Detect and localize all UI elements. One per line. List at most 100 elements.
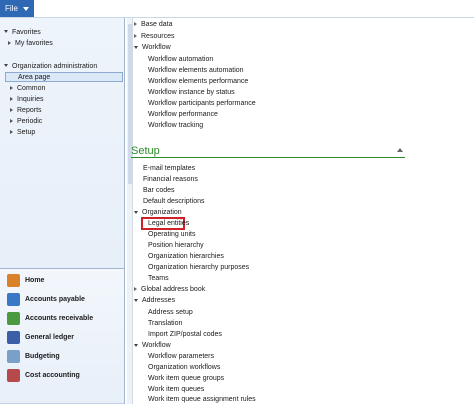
expand-arrow-icon: [134, 343, 138, 347]
nav-item-area-page[interactable]: Area page: [0, 73, 50, 83]
link-organization-hierarchy-purposes[interactable]: Organization hierarchy purposes: [148, 263, 249, 273]
link-workflow-parameters[interactable]: Workflow parameters: [148, 352, 214, 362]
link-workflow-instance-by-status[interactable]: Workflow instance by status: [148, 88, 235, 98]
section-title-setup: Setup: [131, 145, 160, 157]
link-legal-entities[interactable]: Legal entities: [148, 219, 189, 229]
section-divider: [131, 157, 405, 158]
link-address-setup[interactable]: Address setup: [148, 308, 193, 318]
accounts-receivable-icon: [7, 312, 20, 325]
module-cost-accounting[interactable]: Cost accounting: [0, 366, 124, 385]
link-bar-codes[interactable]: Bar codes: [143, 186, 175, 196]
collapse-arrow-icon: [10, 129, 13, 134]
collapse-arrow-icon: [134, 287, 137, 292]
nav-group-label: Organization administration: [12, 63, 98, 70]
group-label: Addresses: [142, 297, 176, 304]
group-workflow[interactable]: Workflow: [134, 43, 171, 53]
link-operating-units[interactable]: Operating units: [148, 230, 195, 240]
link-translation[interactable]: Translation: [148, 319, 182, 329]
cost-accounting-icon: [7, 369, 20, 382]
link-email-templates[interactable]: E-mail templates: [143, 164, 195, 174]
group-label: Base data: [141, 21, 173, 28]
link-workflow-tracking[interactable]: Workflow tracking: [148, 121, 203, 131]
nav-item-label: Setup: [17, 129, 36, 136]
module-accounts-payable[interactable]: Accounts payable: [0, 290, 124, 309]
link-work-item-queue-groups[interactable]: Work item queue groups: [148, 374, 224, 384]
module-accounts-receivable[interactable]: Accounts receivable: [0, 309, 124, 328]
group-label: Workflow: [142, 342, 171, 349]
group-label: Resources: [141, 33, 175, 40]
link-workflow-participants-performance[interactable]: Workflow participants performance: [148, 99, 256, 109]
nav-item-label: Reports: [17, 107, 42, 114]
file-menu-label: File: [5, 4, 18, 13]
nav-group-favorites[interactable]: Favorites: [0, 28, 41, 38]
nav-item-common[interactable]: Common: [0, 84, 45, 94]
module-general-ledger[interactable]: General ledger: [0, 328, 124, 347]
link-financial-reasons[interactable]: Financial reasons: [143, 175, 198, 185]
group-resources[interactable]: Resources: [134, 32, 174, 42]
collapse-arrow-icon: [134, 22, 137, 27]
chevron-down-icon: [23, 7, 29, 11]
general-ledger-icon: [7, 331, 20, 344]
module-label: Accounts receivable: [25, 315, 94, 322]
module-label: Cost accounting: [25, 372, 80, 379]
link-position-hierarchy[interactable]: Position hierarchy: [148, 241, 204, 251]
link-organization-hierarchies[interactable]: Organization hierarchies: [148, 252, 224, 262]
expand-arrow-icon: [4, 30, 8, 34]
group-label: Organization: [142, 209, 182, 216]
module-label: Budgeting: [25, 353, 60, 360]
top-bar: File: [0, 0, 474, 18]
scrollbar-thumb[interactable]: [128, 24, 132, 184]
group-label: Workflow: [142, 44, 171, 51]
collapse-arrow-icon: [8, 40, 11, 45]
module-label: General ledger: [25, 334, 75, 341]
nav-item-setup[interactable]: Setup: [0, 128, 35, 138]
expand-arrow-icon: [134, 45, 138, 49]
link-work-item-queues[interactable]: Work item queues: [148, 385, 204, 395]
nav-item-label: Periodic: [17, 118, 43, 125]
group-global-address-book[interactable]: Global address book: [134, 285, 205, 295]
nav-item-label: Common: [17, 85, 46, 92]
link-organization-workflows[interactable]: Organization workflows: [148, 363, 220, 373]
link-teams[interactable]: Teams: [148, 274, 169, 284]
expand-arrow-icon: [134, 210, 138, 214]
link-workflow-elements-performance[interactable]: Workflow elements performance: [148, 77, 248, 87]
home-icon: [7, 274, 20, 287]
group-label: Global address book: [141, 286, 206, 293]
nav-item-periodic[interactable]: Periodic: [0, 117, 42, 127]
collapse-arrow-icon: [10, 118, 13, 123]
collapse-arrow-icon: [10, 85, 13, 90]
nav-group-label: Favorites: [12, 29, 41, 36]
nav-item-label: My favorites: [15, 40, 53, 47]
nav-group-organization-administration[interactable]: Organization administration: [0, 62, 97, 72]
file-menu-button[interactable]: File: [0, 0, 34, 17]
link-default-descriptions[interactable]: Default descriptions: [143, 197, 204, 207]
collapse-arrow-icon: [10, 107, 13, 112]
module-home[interactable]: Home: [0, 271, 124, 290]
group-workflow-setup[interactable]: Workflow: [134, 341, 171, 351]
link-workflow-elements-automation[interactable]: Workflow elements automation: [148, 66, 244, 76]
module-label: Accounts payable: [25, 296, 85, 303]
link-workflow-automation[interactable]: Workflow automation: [148, 55, 213, 65]
group-base-data[interactable]: Base data: [134, 20, 173, 30]
content-scrollbar[interactable]: [127, 18, 133, 404]
link-workflow-performance[interactable]: Workflow performance: [148, 110, 218, 120]
link-work-item-queue-assignment-rules[interactable]: Work item queue assignment rules: [148, 395, 256, 404]
nav-item-label: Area page: [18, 74, 51, 81]
navigation-pane: Favorites My favorites Organization admi…: [0, 18, 125, 404]
module-budgeting[interactable]: Budgeting: [0, 347, 124, 366]
expand-arrow-icon: [4, 64, 8, 68]
nav-item-my-favorites[interactable]: My favorites: [0, 39, 53, 49]
expand-arrow-icon: [134, 298, 138, 302]
collapse-arrow-icon: [10, 96, 13, 101]
module-label: Home: [25, 277, 45, 284]
link-import-zip-postal-codes[interactable]: Import ZIP/postal codes: [148, 330, 222, 340]
group-addresses[interactable]: Addresses: [134, 296, 175, 306]
nav-item-label: Inquiries: [17, 96, 44, 103]
nav-item-reports[interactable]: Reports: [0, 106, 42, 116]
collapse-arrow-icon: [134, 34, 137, 39]
nav-item-inquiries[interactable]: Inquiries: [0, 95, 43, 105]
budgeting-icon: [7, 350, 20, 363]
chevron-up-icon[interactable]: [397, 148, 403, 152]
module-list: Home Accounts payable Accounts receivabl…: [0, 268, 124, 404]
accounts-payable-icon: [7, 293, 20, 306]
